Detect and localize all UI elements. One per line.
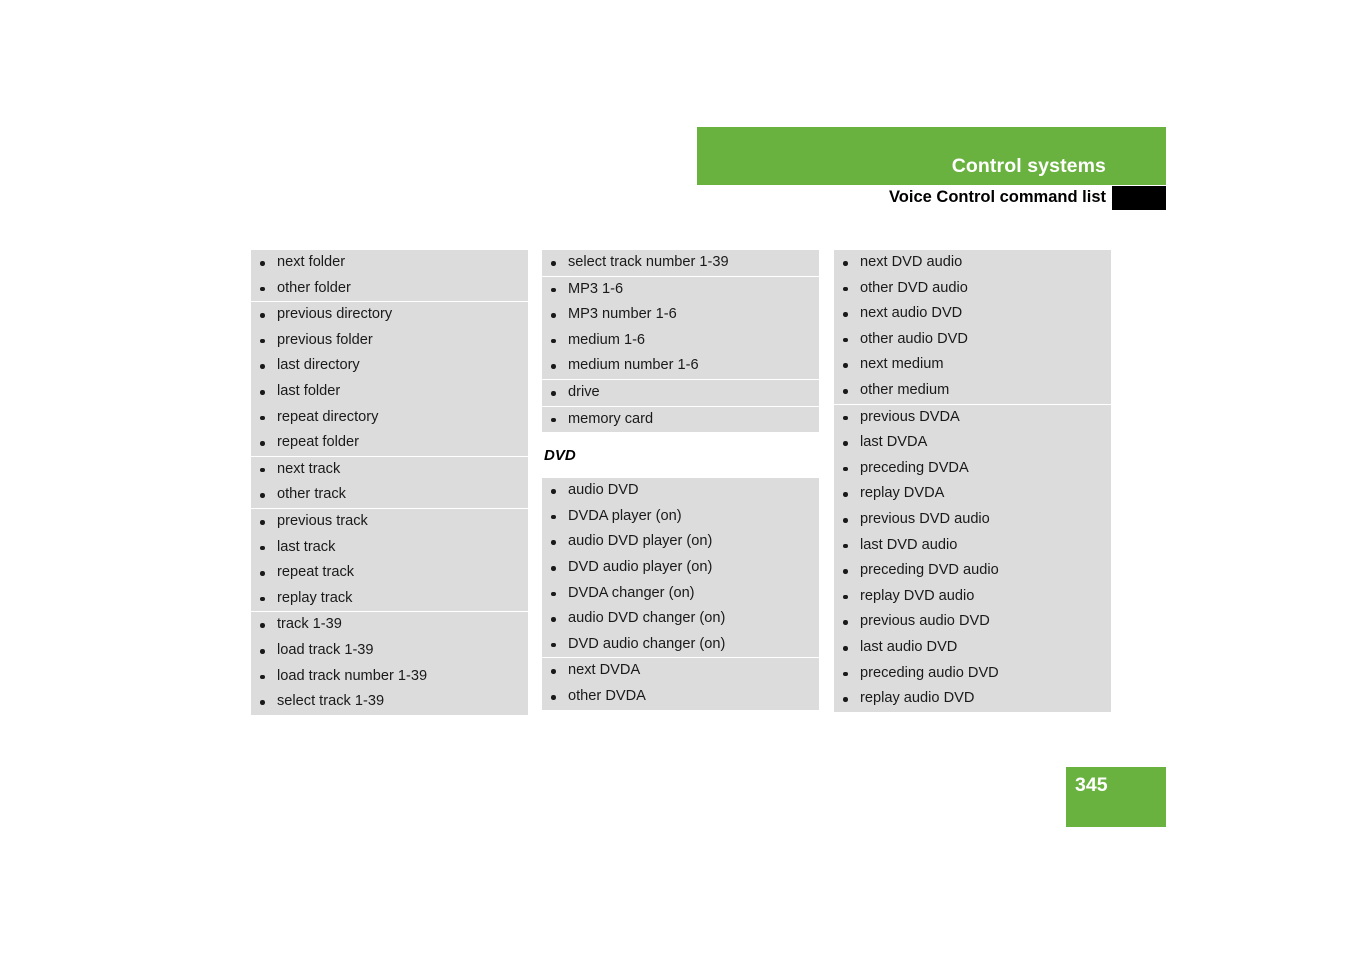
command-list-item: track 1-39 xyxy=(251,612,528,638)
command-list-item: previous audio DVD xyxy=(834,609,1111,635)
command-group: previous DVDA last DVDA preceding DVDA repl… xyxy=(834,403,1111,712)
command-list-item: preceding DVD audio xyxy=(834,558,1111,584)
command-list-item: audio DVD xyxy=(542,478,819,504)
command-list-item: other DVD audio xyxy=(834,276,1111,302)
subheader-row: Voice Control command list xyxy=(697,186,1166,212)
subsection-heading-dvd: DVD xyxy=(542,432,819,479)
command-list-item: drive xyxy=(542,380,819,406)
command-list-item: memory card xyxy=(542,407,819,433)
command-list-item: previous DVDA xyxy=(834,405,1111,431)
command-column-2: select track number 1-39 MP3 1-6 MP3 numbe… xyxy=(542,250,819,710)
command-group: memory card xyxy=(542,405,819,433)
command-group: track 1-39 load track 1-39 load track numb… xyxy=(251,611,528,715)
command-list-item: repeat folder xyxy=(251,430,528,456)
command-list-item: previous folder xyxy=(251,328,528,354)
command-list-item: repeat directory xyxy=(251,405,528,431)
command-list-item: DVDA changer (on) xyxy=(542,581,819,607)
command-list-item: last DVDA xyxy=(834,430,1111,456)
command-list-item: next folder xyxy=(251,250,528,276)
command-list-item: next DVDA xyxy=(542,658,819,684)
command-list-item: replay track xyxy=(251,586,528,612)
command-list-item: other audio DVD xyxy=(834,327,1111,353)
command-list-item: preceding DVDA xyxy=(834,456,1111,482)
command-list-item: audio DVD player (on) xyxy=(542,529,819,555)
command-list-item: DVDA player (on) xyxy=(542,504,819,530)
command-group: drive xyxy=(542,378,819,406)
command-group: next track other track xyxy=(251,455,528,508)
command-list-item: last folder xyxy=(251,379,528,405)
command-list-item: DVD audio changer (on) xyxy=(542,632,819,658)
command-group: previous track last track repeat track repl… xyxy=(251,507,528,612)
command-list-item: next track xyxy=(251,457,528,483)
command-group: next DVDA other DVDA xyxy=(542,657,819,710)
command-list-item: DVD audio player (on) xyxy=(542,555,819,581)
command-list-item: next DVD audio xyxy=(834,250,1111,276)
command-list-item: load track number 1-39 xyxy=(251,664,528,690)
command-list-item: last audio DVD xyxy=(834,635,1111,661)
command-group: audio DVD DVDA player (on) audio DVD playe… xyxy=(542,478,819,658)
command-group: next folder other folder xyxy=(251,250,528,302)
command-list-item: audio DVD changer (on) xyxy=(542,606,819,632)
command-list-item: other folder xyxy=(251,276,528,302)
command-list-item: replay audio DVD xyxy=(834,686,1111,712)
command-list-item: preceding audio DVD xyxy=(834,661,1111,687)
thumb-index-marker xyxy=(1112,186,1166,210)
header-green-band: Control systems xyxy=(697,127,1166,185)
command-list-item: load track 1-39 xyxy=(251,638,528,664)
section-subtitle: Voice Control command list xyxy=(889,188,1106,206)
command-list-item: replay DVDA xyxy=(834,481,1111,507)
command-list-item: MP3 1-6 xyxy=(542,277,819,303)
command-list-item: previous directory xyxy=(251,302,528,328)
command-list-item: next audio DVD xyxy=(834,301,1111,327)
command-list-item: previous track xyxy=(251,509,528,535)
command-list-item: select track number 1-39 xyxy=(542,250,819,276)
command-list-item: other DVDA xyxy=(542,684,819,710)
command-list-item: medium 1-6 xyxy=(542,328,819,354)
page-title: Control systems xyxy=(951,155,1106,177)
command-group: select track number 1-39 xyxy=(542,250,819,276)
command-list-item: other medium xyxy=(834,378,1111,404)
command-list-item: last directory xyxy=(251,353,528,379)
command-group: next DVD audio other DVD audio next audio … xyxy=(834,250,1111,404)
page-number-tab: 345 xyxy=(1066,767,1166,827)
command-list-item: last DVD audio xyxy=(834,533,1111,559)
command-list-item: replay DVD audio xyxy=(834,584,1111,610)
command-list-item: medium number 1-6 xyxy=(542,353,819,379)
command-column-3: next DVD audio other DVD audio next audio … xyxy=(834,250,1111,712)
command-list-item: repeat track xyxy=(251,560,528,586)
command-list-item: last track xyxy=(251,535,528,561)
command-list-item: next medium xyxy=(834,352,1111,378)
command-group: MP3 1-6 MP3 number 1-6 medium 1-6 medium nu… xyxy=(542,275,819,379)
command-column-1: next folder other folder previous director… xyxy=(251,250,528,715)
command-list-item: other track xyxy=(251,482,528,508)
command-group: previous directory previous folder last di… xyxy=(251,301,528,456)
command-list-item: MP3 number 1-6 xyxy=(542,302,819,328)
command-list-item: select track 1-39 xyxy=(251,689,528,715)
command-list-item: previous DVD audio xyxy=(834,507,1111,533)
page-number: 345 xyxy=(1075,774,1108,796)
